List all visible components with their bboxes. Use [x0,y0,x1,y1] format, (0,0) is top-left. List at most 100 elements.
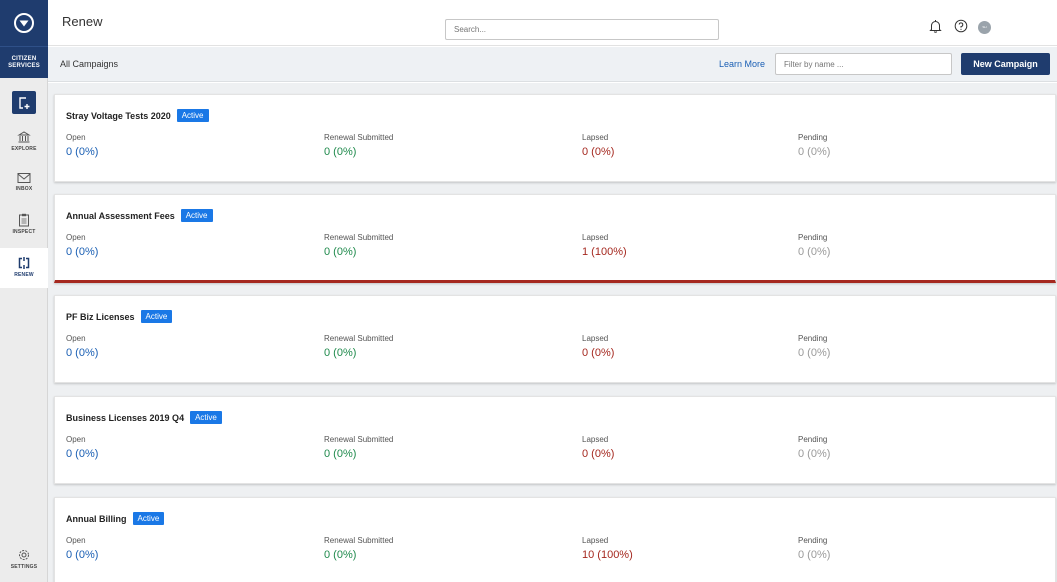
breadcrumb: All Campaigns [60,59,119,69]
nav-label-settings: SETTINGS [10,564,38,570]
metric-label: Open [66,435,86,444]
metric-renewal-submitted: Renewal Submitted 0 (0%) [324,435,393,460]
filter-by-name-input[interactable] [775,53,952,75]
help-icon [954,19,968,33]
campaign-name: Stray Voltage Tests 2020 [66,110,171,121]
metric-renewal-submitted: Renewal Submitted 0 (0%) [324,133,393,158]
top-header: Renew SH [48,0,1057,46]
campaign-card[interactable]: Annual Assessment Fees Active Open 0 (0%… [54,194,1056,283]
metric-label: Lapsed [582,233,609,242]
campaign-name: PF Biz Licenses [66,311,135,322]
status-badge: Active [140,310,173,323]
metric-open: Open 0 (0%) [66,233,98,258]
metric-value: 0 (0%) [324,549,357,561]
metric-label: Renewal Submitted [324,233,394,242]
nav-item-explore[interactable]: EXPLORE [0,130,48,160]
campaign-header: Stray Voltage Tests 2020 Active [66,109,209,122]
metric-label: Pending [798,334,828,343]
metric-value: 0 (0%) [582,448,615,460]
metric-label: Renewal Submitted [324,133,394,142]
metric-pending: Pending 0 (0%) [798,435,830,460]
nav-label-inspect: INSPECT [12,229,36,235]
add-icon [19,96,30,109]
metric-open: Open 0 (0%) [66,435,98,460]
left-rail: CITIZEN SERVICES EXPLORE INBOX INSPECT R… [0,0,48,582]
metric-lapsed: Lapsed 1 (100%) [582,233,627,258]
toolbar: All Campaigns Learn More New Campaign [48,47,1057,82]
metric-value: 10 (100%) [582,549,633,561]
metric-value: 0 (0%) [66,146,99,158]
metric-value: 0 (0%) [66,347,99,359]
building-icon [17,131,31,143]
metric-value: 0 (0%) [798,146,831,158]
metric-open: Open 0 (0%) [66,133,98,158]
brand-line-1: CITIZEN [11,55,37,62]
campaign-name: Annual Billing [66,513,127,524]
notifications-button[interactable] [929,19,942,38]
search-input[interactable] [445,19,719,40]
add-button[interactable] [12,91,36,114]
metric-value: 1 (100%) [582,246,627,258]
metric-pending: Pending 0 (0%) [798,133,830,158]
campaign-header: Annual Billing Active [66,512,165,525]
metric-label: Open [66,536,86,545]
metric-value: 0 (0%) [582,146,615,158]
metric-label: Renewal Submitted [324,536,394,545]
metric-renewal-submitted: Renewal Submitted 0 (0%) [324,536,393,561]
campaign-card[interactable]: PF Biz Licenses Active Open 0 (0%) Renew… [54,295,1056,383]
campaign-name: Business Licenses 2019 Q4 [66,412,185,423]
metric-value: 0 (0%) [798,549,831,561]
metric-label: Renewal Submitted [324,435,394,444]
metric-pending: Pending 0 (0%) [798,334,830,359]
nav-item-renew[interactable]: RENEW [0,248,48,288]
metric-label: Open [66,233,86,242]
metric-label: Open [66,133,86,142]
gear-icon [19,550,29,560]
metric-label: Lapsed [582,133,609,142]
metric-label: Pending [798,133,828,142]
metric-value: 0 (0%) [66,549,99,561]
campaign-name: Annual Assessment Fees [66,210,175,221]
brand-line-2: SERVICES [8,62,40,69]
status-badge: Active [176,109,209,122]
metric-lapsed: Lapsed 0 (0%) [582,334,614,359]
metric-renewal-submitted: Renewal Submitted 0 (0%) [324,334,393,359]
avatar[interactable]: SH [978,21,991,34]
metric-value: 0 (0%) [798,347,831,359]
nav-item-settings[interactable]: SETTINGS [0,548,48,578]
brand-label: CITIZEN SERVICES [0,46,48,78]
metric-label: Lapsed [582,536,609,545]
metric-label: Renewal Submitted [324,334,394,343]
metric-value: 0 (0%) [324,246,357,258]
nav-label-inbox: INBOX [15,186,33,192]
campaign-card[interactable]: Business Licenses 2019 Q4 Active Open 0 … [54,396,1056,484]
page-title: Renew [62,14,103,29]
metric-pending: Pending 0 (0%) [798,536,830,561]
metric-value: 0 (0%) [798,448,831,460]
metric-label: Pending [798,536,828,545]
campaign-list: Stray Voltage Tests 2020 Active Open 0 (… [48,83,1057,582]
metric-value: 0 (0%) [798,246,831,258]
logo-icon [14,13,34,33]
campaign-card[interactable]: Annual Billing Active Open 0 (0%) Renewa… [54,497,1056,582]
campaign-header: Annual Assessment Fees Active [66,209,213,222]
metric-value: 0 (0%) [582,347,615,359]
nav-label-renew: RENEW [14,272,34,278]
metric-open: Open 0 (0%) [66,334,98,359]
nav-item-inspect[interactable]: INSPECT [0,213,48,243]
learn-more-link[interactable]: Learn More [719,59,765,69]
nav-item-inbox[interactable]: INBOX [0,172,48,200]
campaign-card[interactable]: Stray Voltage Tests 2020 Active Open 0 (… [54,94,1056,182]
metric-label: Pending [798,435,828,444]
metric-lapsed: Lapsed 0 (0%) [582,133,614,158]
metric-value: 0 (0%) [324,448,357,460]
bell-icon [929,20,942,33]
help-button[interactable] [954,19,968,38]
app-logo[interactable] [0,0,48,46]
status-badge: Active [190,411,222,424]
status-badge: Active [180,209,213,222]
renew-icon [18,257,30,269]
new-campaign-button[interactable]: New Campaign [961,53,1050,75]
metric-label: Pending [798,233,828,242]
nav-label-explore: EXPLORE [11,146,37,152]
